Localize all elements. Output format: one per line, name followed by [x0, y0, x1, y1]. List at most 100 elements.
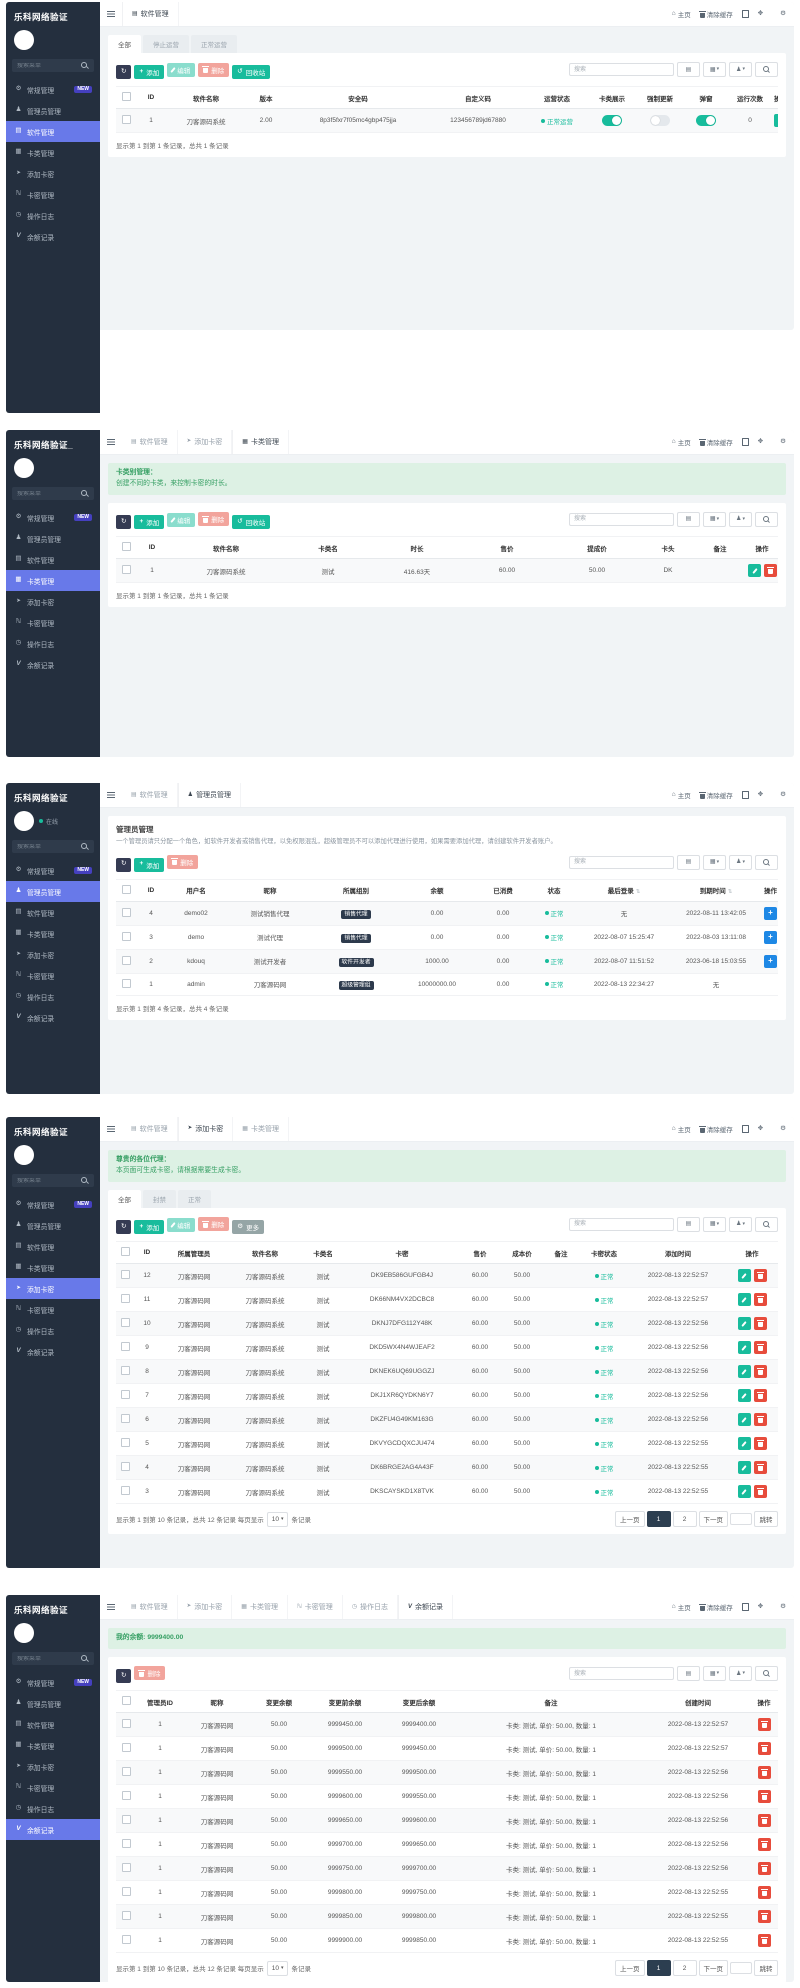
row-checkbox[interactable] — [122, 115, 131, 124]
row-checkbox[interactable] — [122, 956, 131, 965]
column-header[interactable]: 已消费 — [476, 880, 530, 902]
filter-tab[interactable]: 封禁 — [143, 1190, 176, 1208]
sidebar-search-input[interactable] — [17, 1178, 78, 1184]
edit-button[interactable] — [738, 1389, 751, 1402]
select-all-checkbox[interactable] — [122, 1696, 131, 1705]
sidebar-item[interactable]: 余额记录 — [6, 1007, 100, 1028]
page-button-2[interactable]: 2 — [673, 1511, 697, 1527]
row-checkbox[interactable] — [121, 1294, 130, 1303]
refresh-button[interactable] — [116, 1669, 131, 1683]
topbar-tab[interactable]: 软件管理 — [122, 430, 178, 454]
column-header[interactable]: 添加时间 — [630, 1242, 726, 1264]
sidebar-item[interactable]: 余额记录 — [6, 1819, 100, 1840]
delete-button[interactable]: 删除 — [134, 1666, 165, 1680]
delete-button[interactable] — [754, 1293, 767, 1306]
column-header[interactable]: 用户名 — [166, 880, 226, 902]
column-header[interactable]: 版本 — [246, 87, 286, 109]
column-header[interactable]: 所属组别 — [314, 880, 398, 902]
row-checkbox[interactable] — [122, 1887, 131, 1896]
topbar-tab[interactable]: 添加卡密 — [178, 430, 233, 454]
table-search-input[interactable] — [569, 63, 674, 76]
card-display-toggle[interactable] — [602, 115, 622, 126]
clear-cache-link[interactable]: 清除缓存 — [700, 1124, 733, 1134]
file-icon[interactable] — [742, 10, 749, 18]
row-checkbox[interactable] — [121, 1270, 130, 1279]
page-jump-input[interactable] — [730, 1962, 752, 1974]
delete-button[interactable] — [764, 564, 777, 577]
prev-page-button[interactable]: 上一页 — [615, 1511, 645, 1527]
filter-tab[interactable]: 正常运营 — [191, 35, 237, 53]
sidebar-item[interactable]: 卡类管理 — [6, 1257, 100, 1278]
sidebar-item[interactable]: 卡类管理 — [6, 142, 100, 163]
topbar-tab[interactable]: 卡类管理 — [232, 430, 289, 454]
delete-button[interactable]: 删除 — [167, 855, 198, 869]
sidebar-item[interactable]: 管理员管理 — [6, 1693, 100, 1714]
row-checkbox[interactable] — [122, 1911, 131, 1920]
sidebar-item[interactable]: 操作日志 — [6, 205, 100, 226]
menu-toggle-button[interactable] — [100, 1117, 122, 1141]
sidebar-search-input[interactable] — [17, 844, 78, 850]
avatar[interactable] — [14, 1145, 34, 1165]
edit-button[interactable] — [738, 1269, 751, 1282]
page-jump-input[interactable] — [730, 1513, 752, 1525]
row-checkbox[interactable] — [122, 1767, 131, 1776]
sidebar-item[interactable]: 卡类管理 — [6, 570, 100, 591]
menu-toggle-button[interactable] — [100, 430, 122, 454]
edit-button[interactable] — [738, 1461, 751, 1474]
toggle-view-button[interactable] — [677, 855, 700, 870]
page-button-1[interactable]: 1 — [647, 1960, 671, 1976]
next-page-button[interactable]: 下一页 — [699, 1511, 729, 1527]
prev-page-button[interactable]: 上一页 — [615, 1960, 645, 1976]
row-checkbox[interactable] — [122, 1863, 131, 1872]
topbar-tab[interactable]: 卡类管理 — [233, 1117, 289, 1141]
file-icon[interactable] — [742, 791, 749, 799]
delete-button[interactable] — [758, 1790, 771, 1803]
column-header[interactable]: 变更后余额 — [382, 1691, 456, 1713]
popup-toggle[interactable] — [696, 115, 716, 126]
settings-gear-icon[interactable] — [780, 792, 786, 799]
sidebar-item[interactable]: 卡密管理 — [6, 612, 100, 633]
sidebar-item[interactable]: 卡类管理 — [6, 1735, 100, 1756]
add-button[interactable]: 添加 — [134, 515, 164, 529]
topbar-tab[interactable]: 余额记录 — [398, 1595, 453, 1619]
add-button[interactable]: 添加 — [134, 65, 164, 79]
sidebar-item[interactable]: 余额记录 — [6, 654, 100, 675]
topbar-tab[interactable]: 添加卡密 — [178, 1595, 233, 1619]
edit-button[interactable]: 编辑 — [167, 1218, 195, 1232]
delete-button[interactable] — [754, 1317, 767, 1330]
delete-button[interactable] — [754, 1269, 767, 1282]
columns-button[interactable] — [703, 855, 726, 870]
sidebar-item[interactable]: 软件管理 — [6, 549, 100, 570]
row-checkbox[interactable] — [122, 1815, 131, 1824]
select-all-checkbox[interactable] — [122, 92, 131, 101]
more-button[interactable]: 更多 — [232, 1220, 264, 1234]
row-checkbox[interactable] — [121, 1390, 130, 1399]
clear-cache-link[interactable]: 清除缓存 — [700, 790, 733, 800]
delete-button[interactable] — [758, 1718, 771, 1731]
sidebar-item[interactable]: 添加卡密 — [6, 163, 100, 184]
sidebar-item[interactable]: 添加卡密 — [6, 591, 100, 612]
add-sub-button[interactable] — [764, 907, 777, 920]
clear-cache-link[interactable]: 清除缓存 — [700, 9, 733, 19]
delete-button[interactable] — [754, 1341, 767, 1354]
edit-button[interactable] — [738, 1293, 751, 1306]
force-update-toggle[interactable] — [650, 115, 670, 126]
export-button[interactable] — [729, 1666, 752, 1681]
edit-button[interactable]: 编辑 — [167, 63, 195, 77]
sidebar-item[interactable]: 软件管理 — [6, 902, 100, 923]
column-header[interactable]: 备注 — [544, 1242, 578, 1264]
export-button[interactable] — [729, 1217, 752, 1232]
row-checkbox[interactable] — [121, 1342, 130, 1351]
row-checkbox[interactable] — [121, 1414, 130, 1423]
column-header[interactable]: 昵称 — [184, 1691, 250, 1713]
sidebar-item[interactable]: 软件管理 — [6, 1236, 100, 1257]
column-header[interactable]: 卡类名 — [284, 537, 372, 559]
home-link[interactable]: 主页 — [672, 437, 691, 447]
column-header[interactable]: 弹窗 — [684, 87, 728, 109]
select-all-checkbox[interactable] — [122, 542, 131, 551]
column-header[interactable]: 创建时间 — [646, 1691, 750, 1713]
delete-button[interactable] — [754, 1461, 767, 1474]
settings-gear-icon[interactable] — [780, 1126, 786, 1133]
columns-button[interactable] — [703, 1217, 726, 1232]
sidebar-search-input[interactable] — [17, 491, 78, 497]
